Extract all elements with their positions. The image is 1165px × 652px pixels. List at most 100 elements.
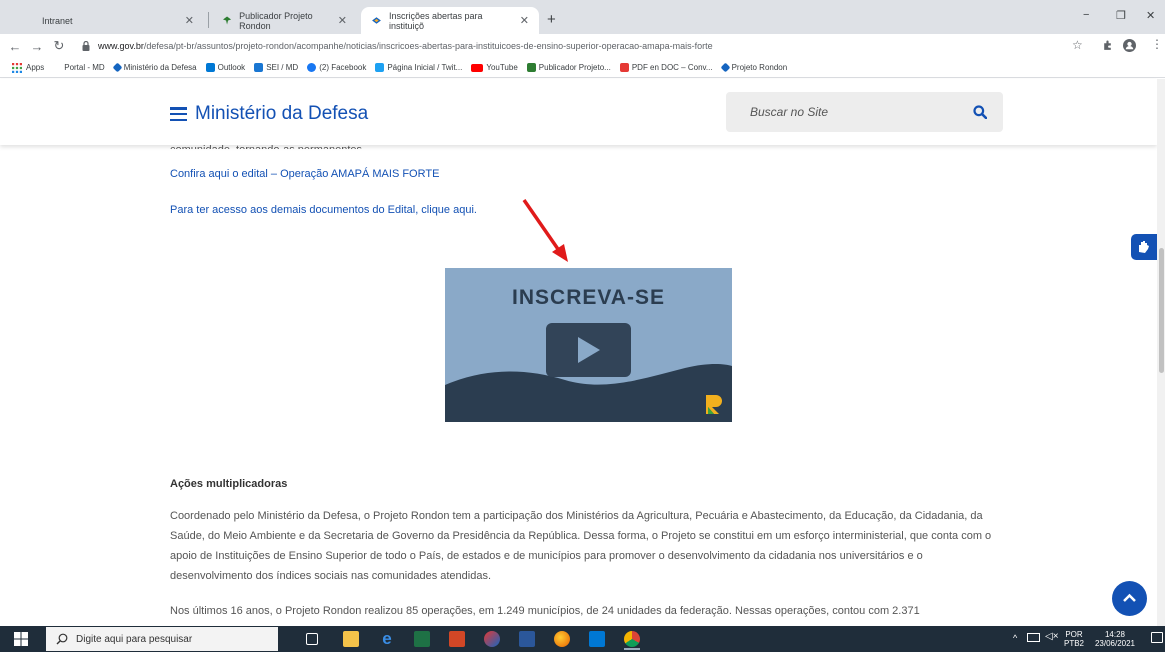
restore-button[interactable]: ❐ xyxy=(1116,9,1126,22)
back-to-top-button[interactable] xyxy=(1112,581,1147,616)
minimize-button[interactable]: − xyxy=(1083,9,1089,21)
bookmark-publicador[interactable]: Publicador Projeto... xyxy=(526,63,611,72)
bookmark-label: Ministério da Defesa xyxy=(123,63,197,72)
windows-start-icon[interactable] xyxy=(14,632,28,646)
chrome-icon[interactable] xyxy=(624,631,640,647)
search-icon[interactable] xyxy=(973,105,987,119)
bookmark-label: YouTube xyxy=(486,63,518,72)
bookmark-star-icon[interactable]: ☆ xyxy=(1072,38,1083,52)
bookmark-outlook[interactable]: Outlook xyxy=(205,63,246,72)
search-input[interactable]: Buscar no Site xyxy=(750,105,828,119)
rondon-logo-icon xyxy=(706,395,722,414)
site-title[interactable]: Ministério da Defesa xyxy=(195,103,368,125)
gov-favicon-icon xyxy=(372,17,381,24)
extensions-puzzle-icon[interactable] xyxy=(1102,40,1113,51)
edge-browser-icon[interactable]: e xyxy=(379,630,395,647)
bookmark-projeto-rondon[interactable]: Projeto Rondon xyxy=(720,62,788,73)
tab-publicador[interactable]: Publicador Projeto Rondon ✕ xyxy=(212,7,357,34)
new-tab-button[interactable]: + xyxy=(547,11,556,28)
tray-chevron-icon[interactable]: ^ xyxy=(1013,633,1017,643)
bookmark-label: PDF en DOC – Conv... xyxy=(631,63,713,72)
powerpoint-icon[interactable] xyxy=(449,631,465,647)
bookmark-apps[interactable]: Apps xyxy=(12,62,45,73)
clock[interactable]: 14:28 23/06/2021 xyxy=(1087,630,1143,648)
video-title: INSCREVA-SE xyxy=(512,286,665,309)
tab-separator xyxy=(208,12,209,28)
browser-menu-icon[interactable]: ⋮ xyxy=(1151,37,1163,51)
bookmark-label: Portal - MD xyxy=(64,63,105,72)
firefox-icon[interactable] xyxy=(554,631,570,647)
bookmark-twitter[interactable]: Página Inicial / Twit... xyxy=(375,63,462,72)
url-field[interactable]: www.gov.br/defesa/pt-br/assuntos/projeto… xyxy=(98,41,713,51)
address-toolbar: ← → ↻ www.gov.br/defesa/pt-br/assuntos/p… xyxy=(0,34,1165,58)
facebook-icon xyxy=(307,63,317,72)
youtube-icon xyxy=(471,63,484,72)
network-icon[interactable] xyxy=(1027,633,1040,642)
url-path: /defesa/pt-br/assuntos/projeto-rondon/ac… xyxy=(143,41,713,51)
twitter-icon xyxy=(375,63,385,72)
bookmark-portal-md[interactable]: Portal - MD xyxy=(64,63,104,72)
chevron-up-icon xyxy=(1123,593,1136,602)
signup-video-thumbnail[interactable]: INSCREVA-SE xyxy=(445,268,732,422)
bookmark-label: Publicador Projeto... xyxy=(538,63,611,72)
vlibras-accessibility-button[interactable] xyxy=(1131,234,1157,260)
bookmark-label: Outlook xyxy=(217,63,246,72)
close-window-button[interactable]: ✕ xyxy=(1146,9,1155,22)
tab-inscricoes[interactable]: Inscrições abertas para instituiçõ ✕ xyxy=(361,7,539,34)
url-domain: www.gov.br xyxy=(98,41,144,51)
play-button-icon[interactable] xyxy=(546,323,631,377)
ccleaner-icon[interactable] xyxy=(484,631,500,647)
edital-link[interactable]: Confira aqui o edital – Operação AMAPÁ M… xyxy=(170,168,439,180)
language-indicator[interactable]: POR PTB2 xyxy=(1063,630,1085,648)
notification-center-icon[interactable] xyxy=(1151,632,1163,643)
close-tab-icon[interactable]: ✕ xyxy=(520,14,529,27)
hamburger-menu-icon[interactable] xyxy=(170,107,187,121)
sei-icon xyxy=(254,63,264,72)
search-icon xyxy=(56,633,68,645)
bookmark-label: SEI / MD xyxy=(266,63,299,72)
tab-label: Intranet xyxy=(42,15,73,26)
bookmark-label: Apps xyxy=(26,63,45,72)
reload-icon[interactable]: ↻ xyxy=(48,38,70,54)
site-logo[interactable]: Ministério da Defesa xyxy=(170,103,368,125)
sign-language-hand-icon xyxy=(1139,241,1149,253)
close-tab-icon[interactable]: ✕ xyxy=(338,14,347,27)
volume-icon[interactable]: ◁× xyxy=(1045,631,1059,642)
back-arrow-icon[interactable]: ← xyxy=(4,39,26,54)
bookmark-label: Página Inicial / Twit... xyxy=(387,63,463,72)
word-icon[interactable] xyxy=(519,631,535,647)
file-explorer-icon[interactable] xyxy=(343,631,359,647)
site-search-box[interactable]: Buscar no Site xyxy=(726,92,1003,132)
forward-arrow-icon[interactable]: → xyxy=(26,39,48,54)
rondon-icon xyxy=(526,63,536,72)
paragraph-coordination: Coordenado pelo Ministério da Defesa, o … xyxy=(170,510,992,582)
bookmarks-bar: Apps Portal - MD Ministério da Defesa Ou… xyxy=(0,58,1165,78)
task-view-icon[interactable] xyxy=(306,633,318,645)
bookmark-pdf-doc[interactable]: PDF en DOC – Conv... xyxy=(619,63,713,72)
clock-time: 14:28 xyxy=(1104,630,1126,639)
outlook-icon[interactable] xyxy=(589,631,605,647)
pdf-icon xyxy=(619,63,629,72)
clock-date: 23/06/2021 xyxy=(1094,639,1136,648)
bookmark-sei-md[interactable]: SEI / MD xyxy=(254,63,298,72)
tab-favicon xyxy=(24,15,35,26)
tab-label: Publicador Projeto Rondon xyxy=(239,10,313,31)
apps-grid-icon xyxy=(12,62,22,73)
bookmark-label: Projeto Rondon xyxy=(731,63,788,72)
keyboard-layout: PTB2 xyxy=(1063,639,1084,648)
documents-link[interactable]: Para ter acesso aos demais documentos do… xyxy=(170,204,477,216)
bookmark-youtube[interactable]: YouTube xyxy=(471,63,518,72)
tab-intranet[interactable]: Intranet ✕ xyxy=(14,7,204,34)
gov-icon xyxy=(720,62,731,73)
excel-icon[interactable] xyxy=(414,631,430,647)
section-heading: Ações multiplicadoras xyxy=(170,478,288,490)
taskbar-search-box[interactable]: Digite aqui para pesquisar xyxy=(46,627,278,651)
lock-icon[interactable] xyxy=(82,41,90,51)
scrollbar-thumb[interactable] xyxy=(1159,248,1164,373)
profile-avatar-icon[interactable] xyxy=(1123,39,1136,52)
close-tab-icon[interactable]: ✕ xyxy=(185,14,194,27)
taskbar-search-input[interactable]: Digite aqui para pesquisar xyxy=(76,634,192,645)
bookmark-facebook[interactable]: (2) Facebook xyxy=(307,63,366,72)
bookmark-label: (2) Facebook xyxy=(319,63,367,72)
bookmark-ministerio-defesa[interactable]: Ministério da Defesa xyxy=(112,62,197,73)
